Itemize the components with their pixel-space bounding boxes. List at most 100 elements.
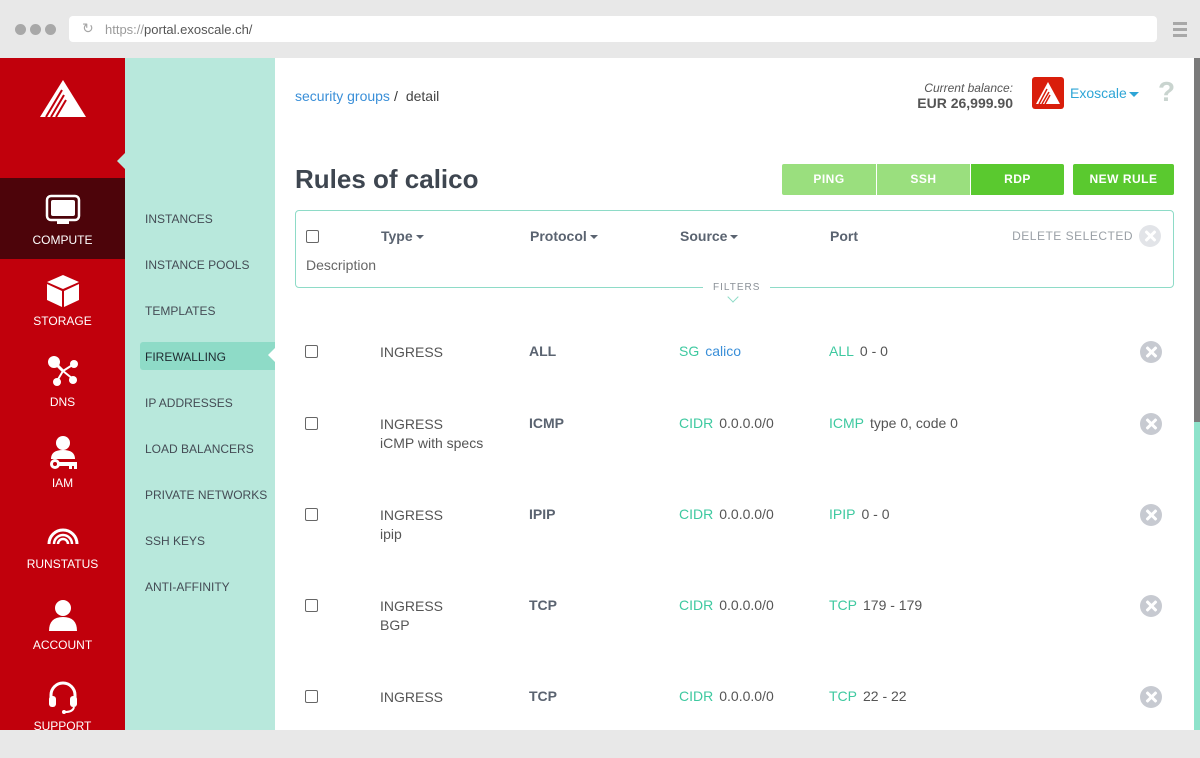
breadcrumb-separator: / xyxy=(393,88,398,104)
secondary-nav-anti-affinity[interactable]: ANTI-AFFINITY xyxy=(140,572,275,600)
primary-nav-compute[interactable]: COMPUTE xyxy=(0,178,125,259)
rule-source: CIDR 0.0.0.0/0 xyxy=(679,506,774,522)
filter-protocol[interactable]: Protocol xyxy=(530,228,598,244)
secondary-nav-instances[interactable]: INSTANCES xyxy=(140,204,275,232)
share-nodes-icon xyxy=(48,356,78,386)
source-kind: CIDR xyxy=(679,506,714,522)
source-kind: CIDR xyxy=(679,597,714,613)
row-checkbox[interactable] xyxy=(305,508,318,521)
rule-row: INGRESS ALL SG calico ALL 0 - 0 xyxy=(295,341,1174,413)
delete-rule-icon[interactable] xyxy=(1140,595,1162,617)
select-all-checkbox[interactable] xyxy=(306,230,319,243)
url-text[interactable]: https://portal.exoscale.ch/ xyxy=(105,22,252,37)
monitor-icon xyxy=(45,194,81,224)
rule-direction: INGRESS xyxy=(380,416,444,432)
secondary-nav-firewalling[interactable]: FIREWALLING xyxy=(140,342,275,370)
rule-protocol: ICMP xyxy=(529,415,564,431)
primary-nav-label: RUNSTATUS xyxy=(26,557,99,571)
primary-nav-dns[interactable]: DNS xyxy=(0,340,125,421)
address-bar[interactable]: ↻ https://portal.exoscale.ch/ xyxy=(69,16,1157,42)
ping-button[interactable]: PING xyxy=(782,164,876,195)
filter-source[interactable]: Source xyxy=(680,228,739,244)
filter-type[interactable]: Type xyxy=(381,228,424,244)
delete-rule-icon[interactable] xyxy=(1140,504,1162,526)
delete-rule-icon[interactable] xyxy=(1140,413,1162,435)
rule-description: iCMP with specs xyxy=(380,435,484,451)
primary-nav-runstatus[interactable]: RUNSTATUS xyxy=(0,502,125,583)
new-rule-button[interactable]: NEW RULE xyxy=(1073,164,1174,195)
caret-down-icon xyxy=(730,235,739,240)
filter-source-label: Source xyxy=(680,228,728,244)
secondary-nav-private-networks[interactable]: PRIVATE NETWORKS xyxy=(140,480,275,508)
primary-nav-account[interactable]: ACCOUNT xyxy=(0,583,125,664)
exoscale-logo[interactable] xyxy=(40,80,86,117)
rule-port: ALL 0 - 0 xyxy=(829,343,888,359)
port-value: 0 - 0 xyxy=(859,343,888,359)
rule-description: ipip xyxy=(380,526,402,542)
browser-chrome: ↻ https://portal.exoscale.ch/ xyxy=(0,0,1200,58)
row-checkbox[interactable] xyxy=(305,417,318,430)
current-balance: Current balance: EUR 26,999.90 xyxy=(917,81,1013,111)
rule-port: IPIP 0 - 0 xyxy=(829,506,889,522)
primary-nav-iam[interactable]: IAM xyxy=(0,421,125,502)
help-icon[interactable]: ? xyxy=(1158,76,1175,108)
window-controls[interactable] xyxy=(15,24,56,35)
ssh-button[interactable]: SSH xyxy=(876,164,970,195)
column-description: Description xyxy=(306,257,377,273)
secondary-sidebar: INSTANCES INSTANCE POOLS TEMPLATES FIREW… xyxy=(125,58,275,730)
rule-row: INGRESS TCP CIDR 0.0.0.0/0 TCP 22 - 22 xyxy=(295,686,1174,758)
caret-down-icon xyxy=(415,235,424,240)
rule-type: INGRESS ipip xyxy=(380,506,443,544)
delete-rule-icon[interactable] xyxy=(1140,686,1162,708)
source-kind: CIDR xyxy=(679,415,714,431)
reload-icon[interactable]: ↻ xyxy=(82,21,97,36)
port-kind: TCP xyxy=(829,597,857,613)
row-checkbox[interactable] xyxy=(305,690,318,703)
page-title: Rules of calico xyxy=(295,164,479,194)
delete-selected-icon[interactable] xyxy=(1139,225,1161,247)
port-kind: ICMP xyxy=(829,415,864,431)
source-value: 0.0.0.0/0 xyxy=(719,415,774,431)
menu-icon[interactable] xyxy=(1173,22,1187,40)
rule-row: INGRESS BGP TCP CIDR 0.0.0.0/0 TCP 179 - 17… xyxy=(295,595,1174,667)
rule-type: INGRESS xyxy=(380,343,443,362)
primary-nav-label: SUPPORT xyxy=(33,719,92,733)
headset-icon xyxy=(49,681,77,714)
chevron-down-icon[interactable] xyxy=(727,291,739,303)
primary-nav-support[interactable]: SUPPORT xyxy=(0,664,125,745)
url-protocol: https:// xyxy=(105,22,145,37)
secondary-nav-ip-addresses[interactable]: IP ADDRESSES xyxy=(140,388,275,416)
filters-toggle[interactable]: FILTERS xyxy=(703,282,771,293)
rule-port: TCP 179 - 179 xyxy=(829,597,922,613)
primary-nav-label: COMPUTE xyxy=(32,233,93,247)
port-kind: IPIP xyxy=(829,506,856,522)
rdp-button[interactable]: RDP xyxy=(970,164,1064,195)
rule-row: INGRESS ipip IPIP CIDR 0.0.0.0/0 IPIP 0 - 0 xyxy=(295,504,1174,576)
rule-row: INGRESS iCMP with specs ICMP CIDR 0.0.0.0/… xyxy=(295,413,1174,485)
breadcrumb-security-groups[interactable]: security groups xyxy=(295,88,390,104)
primary-nav-label: STORAGE xyxy=(33,314,92,328)
secondary-nav-templates[interactable]: TEMPLATES xyxy=(140,296,275,324)
filters-panel: Type Protocol Source Port Description DE… xyxy=(295,210,1174,288)
secondary-nav-instance-pools[interactable]: INSTANCE POOLS xyxy=(140,250,275,278)
balance-caption: Current balance: xyxy=(924,81,1013,95)
rule-protocol: IPIP xyxy=(529,506,556,522)
scrollbar-thumb[interactable] xyxy=(1194,58,1200,422)
rule-protocol: TCP xyxy=(529,597,557,613)
source-value: 0.0.0.0/0 xyxy=(719,597,774,613)
rule-direction: INGRESS xyxy=(380,507,444,523)
port-value: 179 - 179 xyxy=(863,597,923,613)
delete-rule-icon[interactable] xyxy=(1140,341,1162,363)
primary-nav-storage[interactable]: STORAGE xyxy=(0,259,125,340)
source-sg-link[interactable]: calico xyxy=(705,343,741,359)
organization-logo[interactable] xyxy=(1032,77,1064,109)
port-value: 0 - 0 xyxy=(861,506,890,522)
organization-switcher[interactable]: Exoscale xyxy=(1070,85,1139,101)
row-checkbox[interactable] xyxy=(305,599,318,612)
secondary-nav-load-balancers[interactable]: LOAD BALANCERS xyxy=(140,434,275,462)
row-checkbox[interactable] xyxy=(305,345,318,358)
rule-direction: INGRESS xyxy=(380,598,444,614)
rule-description: BGP xyxy=(380,617,410,633)
delete-selected-button[interactable]: DELETE SELECTED xyxy=(1012,229,1133,243)
secondary-nav-ssh-keys[interactable]: SSH KEYS xyxy=(140,526,275,554)
